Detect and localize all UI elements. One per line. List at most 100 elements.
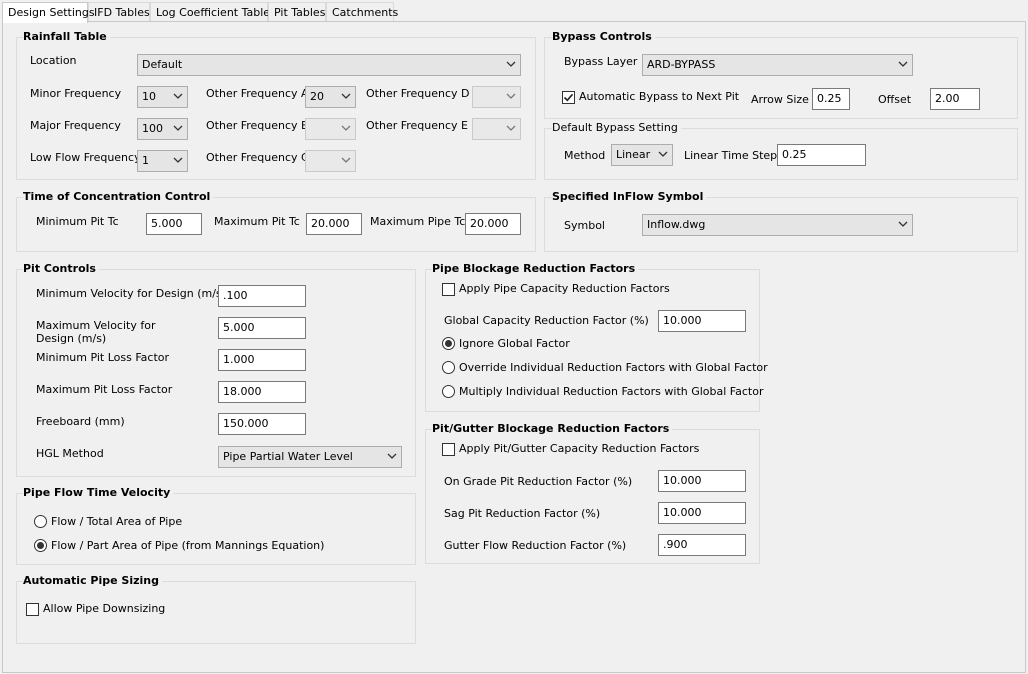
- checkmark-icon: [563, 93, 574, 102]
- apply-pit-gutter-reduction-checkbox[interactable]: [442, 443, 455, 456]
- chevron-down-icon: [341, 155, 351, 165]
- major-frequency-value: 100: [142, 122, 163, 135]
- offset-label: Offset: [878, 93, 912, 106]
- other-frequency-c-dropdown[interactable]: [305, 150, 356, 172]
- global-reduction-label: Global Capacity Reduction Factor (%): [444, 314, 649, 327]
- allow-pipe-downsizing-checkbox[interactable]: [26, 603, 39, 616]
- minimum-pit-tc-label: Minimum Pit Tc: [36, 215, 119, 228]
- ignore-global-factor-label: Ignore Global Factor: [459, 337, 570, 350]
- major-frequency-dropdown[interactable]: 100: [137, 118, 188, 140]
- other-frequency-b-dropdown[interactable]: [305, 118, 356, 140]
- location-value: Default: [142, 58, 183, 71]
- linear-time-step-label: Linear Time Step: [684, 149, 778, 162]
- chevron-down-icon: [173, 91, 183, 101]
- tab-ifd-tables[interactable]: IFD Tables: [88, 2, 150, 22]
- sag-pit-reduction-input[interactable]: 10.000: [658, 502, 746, 524]
- apply-pit-gutter-reduction-label: Apply Pit/Gutter Capacity Reduction Fact…: [459, 442, 700, 455]
- chevron-down-icon: [506, 91, 516, 101]
- automatic-bypass-checkbox[interactable]: [562, 91, 575, 104]
- chevron-down-icon: [173, 123, 183, 133]
- pipe-blockage-title: Pipe Blockage Reduction Factors: [432, 262, 639, 275]
- chevron-down-icon: [387, 451, 397, 461]
- freeboard-label: Freeboard (mm): [36, 415, 125, 428]
- multiply-global-factor-label: Multiply Individual Reduction Factors wi…: [459, 385, 764, 398]
- radio-dot-icon: [37, 542, 44, 549]
- flow-part-area-label: Flow / Part Area of Pipe (from Mannings …: [51, 539, 325, 552]
- chevron-down-icon: [173, 155, 183, 165]
- flow-total-area-label: Flow / Total Area of Pipe: [51, 515, 183, 528]
- bypass-layer-label: Bypass Layer: [564, 55, 638, 68]
- time-of-concentration-title: Time of Concentration Control: [23, 190, 214, 203]
- sag-pit-reduction-label: Sag Pit Reduction Factor (%): [444, 507, 601, 520]
- low-flow-frequency-dropdown[interactable]: 1: [137, 150, 188, 172]
- arrow-size-label: Arrow Size: [751, 93, 809, 106]
- ignore-global-factor-radio[interactable]: [442, 337, 455, 350]
- flow-part-area-radio[interactable]: [34, 539, 47, 552]
- maximum-pit-tc-input[interactable]: 20.000: [306, 213, 362, 235]
- minor-frequency-dropdown[interactable]: 10: [137, 86, 188, 108]
- minor-frequency-label: Minor Frequency: [30, 87, 122, 100]
- freeboard-input[interactable]: 150.000: [218, 413, 306, 435]
- max-velocity-label: Maximum Velocity for Design (m/s): [36, 319, 156, 345]
- location-dropdown[interactable]: Default: [137, 54, 521, 76]
- multiply-global-factor-radio[interactable]: [442, 385, 455, 398]
- maximum-pipe-tc-input[interactable]: 20.000: [465, 213, 521, 235]
- flow-total-area-radio[interactable]: [34, 515, 47, 528]
- minor-frequency-value: 10: [142, 90, 156, 103]
- chevron-down-icon: [658, 149, 668, 159]
- chevron-down-icon: [898, 219, 908, 229]
- tab-design-settings[interactable]: Design Settings: [2, 2, 95, 23]
- override-global-factor-radio[interactable]: [442, 361, 455, 374]
- method-label: Method: [564, 149, 606, 162]
- hgl-method-dropdown[interactable]: Pipe Partial Water Level: [218, 446, 402, 468]
- max-pit-loss-input[interactable]: 18.000: [218, 381, 306, 403]
- method-dropdown[interactable]: Linear: [611, 144, 673, 166]
- on-grade-reduction-label: On Grade Pit Reduction Factor (%): [444, 475, 633, 488]
- hgl-method-label: HGL Method: [36, 447, 104, 460]
- max-pit-loss-label: Maximum Pit Loss Factor: [36, 383, 173, 396]
- low-flow-frequency-label: Low Flow Frequency: [30, 151, 141, 164]
- other-frequency-c-label: Other Frequency C: [206, 151, 309, 164]
- minimum-pit-tc-input[interactable]: 5.000: [146, 213, 202, 235]
- default-bypass-title: Default Bypass Setting: [552, 121, 681, 134]
- tab-catchments[interactable]: Catchments: [326, 2, 398, 22]
- major-frequency-label: Major Frequency: [30, 119, 121, 132]
- other-frequency-d-label: Other Frequency D: [366, 87, 470, 100]
- apply-pipe-reduction-checkbox[interactable]: [442, 283, 455, 296]
- linear-time-step-input[interactable]: 0.25: [777, 144, 866, 166]
- other-frequency-e-dropdown[interactable]: [472, 118, 521, 140]
- pit-controls-title: Pit Controls: [23, 262, 99, 275]
- on-grade-reduction-input[interactable]: 10.000: [658, 470, 746, 492]
- chevron-down-icon: [506, 123, 516, 133]
- allow-pipe-downsizing-label: Allow Pipe Downsizing: [43, 602, 166, 615]
- offset-input[interactable]: 2.00: [930, 88, 980, 110]
- bypass-layer-dropdown[interactable]: ARD-BYPASS: [642, 54, 913, 76]
- chevron-down-icon: [898, 59, 908, 69]
- max-velocity-input[interactable]: 5.000: [218, 317, 306, 339]
- automatic-pipe-sizing-title: Automatic Pipe Sizing: [23, 574, 162, 587]
- rainfall-table-title: Rainfall Table: [23, 30, 110, 43]
- symbol-dropdown[interactable]: Inflow.dwg: [642, 214, 913, 236]
- min-velocity-label: Minimum Velocity for Design (m/s): [36, 287, 226, 300]
- apply-pipe-reduction-label: Apply Pipe Capacity Reduction Factors: [459, 282, 670, 295]
- min-pit-loss-input[interactable]: 1.000: [218, 349, 306, 371]
- hgl-method-value: Pipe Partial Water Level: [223, 450, 353, 463]
- other-frequency-d-dropdown[interactable]: [472, 86, 521, 108]
- low-flow-frequency-value: 1: [142, 154, 149, 167]
- gutter-flow-reduction-label: Gutter Flow Reduction Factor (%): [444, 539, 627, 552]
- other-frequency-b-label: Other Frequency B: [206, 119, 309, 132]
- gutter-flow-reduction-input[interactable]: .900: [658, 534, 746, 556]
- arrow-size-input[interactable]: 0.25: [812, 88, 850, 110]
- maximum-pipe-tc-label: Maximum Pipe Tc: [370, 215, 466, 228]
- pit-gutter-blockage-title: Pit/Gutter Blockage Reduction Factors: [432, 422, 673, 435]
- symbol-value: Inflow.dwg: [647, 218, 706, 231]
- bypass-controls-title: Bypass Controls: [552, 30, 655, 43]
- other-frequency-a-value: 20: [310, 90, 324, 103]
- other-frequency-a-dropdown[interactable]: 20: [305, 86, 356, 108]
- tab-log-coefficient-tables[interactable]: Log Coefficient Tables: [150, 2, 276, 22]
- min-velocity-input[interactable]: .100: [218, 285, 306, 307]
- global-reduction-input[interactable]: 10.000: [658, 310, 746, 332]
- chevron-down-icon: [341, 123, 351, 133]
- tab-pit-tables[interactable]: Pit Tables: [268, 2, 326, 22]
- symbol-label: Symbol: [564, 219, 605, 232]
